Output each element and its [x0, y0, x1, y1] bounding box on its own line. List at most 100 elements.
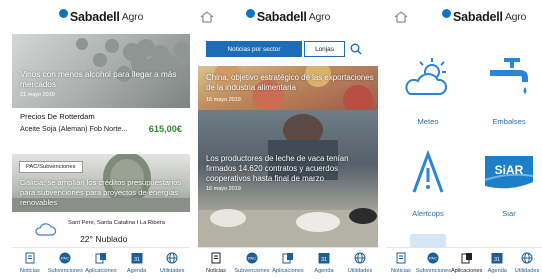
nav-label: Agenda — [126, 268, 147, 274]
nav-agenda[interactable]: 31 Agenda — [306, 248, 342, 279]
calendar-icon: 31 — [317, 251, 331, 265]
app-header: Sabadell Agro — [12, 0, 190, 34]
weather-icon — [388, 42, 468, 114]
news-card[interactable]: China, objetivo estratégico de las expor… — [198, 66, 378, 110]
brand-logo: Sabadell Agro — [58, 8, 143, 24]
nav-label: Subvenciones — [415, 268, 451, 274]
nav-utilidades[interactable]: Utilidades — [154, 248, 190, 279]
news-title: China, objetivo estratégico de las expor… — [206, 73, 374, 92]
price-item: Aceite Soja (Aleman) Fob Norte... — [20, 124, 128, 133]
nav-label: Aplicaciones — [272, 268, 304, 274]
nav-utilidades[interactable]: Utilidades — [512, 248, 542, 279]
tile-label: Embalses — [492, 117, 526, 126]
nav-noticias[interactable]: Noticias — [198, 248, 234, 279]
nav-subvenciones[interactable]: PAC Subvenciones — [234, 248, 270, 279]
news-hero-date: 21 mayo 2019 — [20, 92, 55, 98]
news-tabs: Noticias por sector Lonjas — [206, 41, 345, 57]
home-icon[interactable] — [200, 11, 214, 23]
nav-label: Agenda — [487, 268, 507, 274]
pac-icon: PAC — [245, 251, 259, 265]
svg-text:PAC: PAC — [61, 256, 69, 261]
svg-text:SiAR: SiAR — [495, 163, 524, 177]
svg-text:31: 31 — [134, 257, 140, 263]
brand-logo: Sabadell Agro — [245, 8, 330, 24]
screen-home: Sabadell Agro Vinos con menos alcohol par… — [12, 0, 190, 279]
nav-label: Subvenciones — [234, 268, 270, 274]
news-hero-title: Vinos con menos alcohol para llegar a má… — [20, 70, 177, 89]
pac-icon: PAC — [426, 251, 440, 265]
globe-icon — [353, 251, 367, 265]
tab-lonjas[interactable]: Lonjas — [304, 41, 345, 57]
nav-label: Utilidades — [514, 268, 540, 274]
nav-subvenciones[interactable]: PAC Subvenciones — [48, 248, 84, 279]
weather-condition: 22° Nublado — [80, 234, 128, 244]
apps-icon — [460, 251, 474, 265]
nav-noticias[interactable]: Noticias — [386, 248, 416, 279]
siar-icon: SiAR — [476, 136, 542, 208]
tile-meteo[interactable]: Meteo — [388, 42, 468, 130]
tile-label: Meteo — [417, 117, 439, 126]
pac-icon: PAC — [58, 251, 72, 265]
news-title: Los productores de leche de vaca tenían … — [206, 154, 349, 183]
nav-label: Noticias — [206, 268, 226, 274]
bottom-nav: Noticias PAC Subvenciones Aplicaciones 3… — [386, 247, 542, 279]
nav-aplicaciones[interactable]: Aplicaciones — [451, 248, 482, 279]
cloud-icon — [35, 223, 56, 236]
screen-news: Sabadell Agro Noticias por sector Lonjas … — [198, 0, 378, 279]
price-value: 615,00€ — [148, 124, 182, 134]
app-header: Sabadell Agro — [386, 0, 542, 34]
category-tag[interactable]: PAC/Subvenciones — [19, 161, 83, 173]
news-card[interactable]: Los productores de leche de vaca tenían … — [198, 110, 378, 247]
nav-agenda[interactable]: 31 Agenda — [482, 248, 512, 279]
news-hero-card[interactable]: Vinos con menos alcohol para llegar a má… — [12, 34, 190, 108]
svg-text:PAC: PAC — [429, 256, 437, 261]
tile-label: Siar — [502, 209, 516, 218]
nav-noticias[interactable]: Noticias — [12, 248, 48, 279]
nav-aplicaciones[interactable]: Aplicaciones — [83, 248, 119, 279]
partial-tile-icon — [410, 234, 446, 248]
news-date: 16 mayo 2019 — [206, 97, 241, 103]
apps-icon — [94, 251, 108, 265]
alertcops-icon — [388, 136, 468, 208]
nav-label: Utilidades — [159, 268, 185, 274]
nav-label: Aplicaciones — [85, 268, 117, 274]
document-icon — [23, 251, 37, 265]
globe-icon — [520, 251, 534, 265]
subsidy-news-card[interactable]: PAC/Subvenciones Galicia: se amplían los… — [12, 154, 190, 212]
nav-label: Subvenciones — [47, 268, 83, 274]
bottom-nav: Noticias PAC Subvenciones Aplicaciones 3… — [12, 247, 190, 279]
calendar-icon: 31 — [130, 251, 144, 265]
nav-aplicaciones[interactable]: Aplicaciones — [270, 248, 306, 279]
nav-label: Utilidades — [347, 268, 373, 274]
weather-location: Sant Pere, Santa Catalina I La Ribera — [68, 220, 165, 226]
nav-utilidades[interactable]: Utilidades — [342, 248, 378, 279]
prices-card[interactable]: Precios De Rotterdam Aceite Soja (Aleman… — [12, 108, 190, 154]
tile-label: Alertcops — [412, 209, 444, 218]
nav-agenda[interactable]: 31 Agenda — [119, 248, 155, 279]
nav-label: Agenda — [314, 268, 334, 274]
svg-text:31: 31 — [321, 257, 327, 263]
tile-partial[interactable] — [388, 228, 468, 248]
faucet-icon — [476, 42, 542, 114]
nav-label: Aplicaciones — [450, 268, 483, 274]
brand-logo: Sabadell Agro — [442, 8, 526, 24]
tile-siar[interactable]: SiAR Siar — [476, 136, 542, 222]
news-date: 16 mayo 2019 — [206, 186, 241, 192]
nav-label: Noticias — [19, 268, 40, 274]
subsidy-news-title: Galicia: se amplían los créditos presupu… — [20, 178, 182, 207]
svg-text:PAC: PAC — [248, 256, 256, 261]
document-icon — [394, 251, 408, 265]
screen-apps: Sabadell Agro Meteo Embalses Alertcops S… — [386, 0, 542, 279]
tab-noticias-sector[interactable]: Noticias por sector — [206, 41, 302, 57]
weather-widget[interactable]: Sant Pere, Santa Catalina I La Ribera 22… — [12, 212, 190, 247]
document-icon — [209, 251, 223, 265]
prices-title: Precios De Rotterdam — [20, 112, 95, 121]
nav-subvenciones[interactable]: PAC Subvenciones — [416, 248, 451, 279]
app-header: Sabadell Agro — [198, 0, 378, 34]
calendar-icon: 31 — [490, 251, 504, 265]
search-icon[interactable] — [350, 43, 362, 55]
tile-embalses[interactable]: Embalses — [476, 42, 542, 130]
apps-icon — [281, 251, 295, 265]
tile-alertcops[interactable]: Alertcops — [388, 136, 468, 222]
home-icon[interactable] — [394, 11, 408, 23]
